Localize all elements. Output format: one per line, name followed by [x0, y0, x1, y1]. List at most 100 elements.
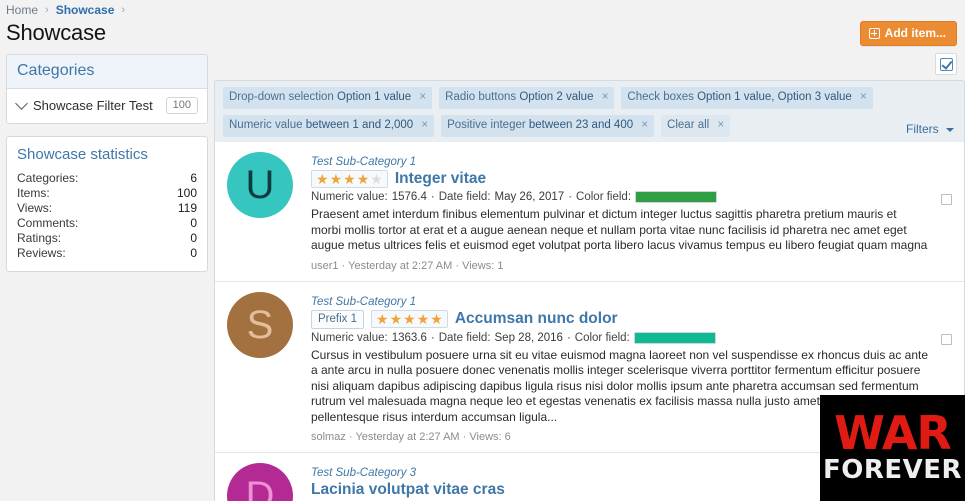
- breadcrumb-separator-icon: ›: [45, 4, 49, 16]
- star-icon: ★: [416, 311, 430, 327]
- stat-label: Comments:: [17, 216, 79, 230]
- breadcrumb-separator-icon-2: ›: [121, 4, 126, 16]
- avatar[interactable]: U: [227, 152, 293, 218]
- chevron-down-icon: [946, 127, 954, 132]
- breadcrumb-showcase[interactable]: Showcase: [56, 3, 115, 17]
- stat-value: 100: [176, 186, 197, 200]
- remove-filter-icon[interactable]: ×: [641, 119, 648, 131]
- item-title-link[interactable]: Accumsan nunc dolor: [455, 310, 618, 328]
- item-select-checkbox[interactable]: [941, 194, 952, 205]
- remove-filter-icon[interactable]: ×: [421, 119, 428, 131]
- filter-tag-radio-buttons[interactable]: Radio buttons Option 2 value ×: [439, 87, 615, 109]
- stat-label: Categories:: [17, 171, 79, 185]
- sidebar: Categories Showcase Filter Test 100 Show…: [6, 54, 208, 284]
- category-label: Showcase Filter Test: [33, 98, 153, 113]
- meta-separator: ·: [455, 259, 460, 272]
- avatar[interactable]: S: [227, 291, 293, 358]
- item-subcategory-link[interactable]: Test Sub-Category 1: [311, 296, 416, 308]
- select-all-checkbox[interactable]: [935, 53, 957, 75]
- meta-separator: ·: [341, 259, 346, 272]
- add-item-button[interactable]: Add item...: [859, 21, 957, 46]
- star-icon: ★: [376, 311, 389, 327]
- color-field-label: Color field:: [576, 191, 632, 203]
- star-icon: ★: [403, 311, 416, 327]
- list-item[interactable]: U Test Sub-Category 1 ★ ★ ★ ★ ★ Integer …: [215, 142, 964, 282]
- stat-value: 119: [177, 201, 197, 215]
- meta-separator: ·: [566, 331, 571, 344]
- numeric-value-label: Numeric value:: [311, 331, 388, 344]
- category-count-badge: 100: [165, 97, 198, 114]
- item-title-row: ★ ★ ★ ★ ★ Integer vitae: [311, 170, 952, 188]
- add-item-label: Add item...: [884, 26, 946, 40]
- numeric-value-label: Numeric value:: [311, 191, 388, 203]
- item-prefix-badge[interactable]: Prefix 1: [311, 309, 364, 329]
- filter-tag-dropdown-selection[interactable]: Drop-down selection Option 1 value ×: [223, 87, 433, 109]
- sidebar-item-showcase-filter-test[interactable]: Showcase Filter Test 100: [7, 89, 207, 123]
- stat-row: Views: 119: [17, 201, 197, 216]
- star-icon: ★: [430, 311, 443, 327]
- item-byline: user1 · Yesterday at 2:27 AM · Views: 1: [311, 260, 952, 272]
- remove-filter-icon[interactable]: ×: [419, 91, 426, 103]
- filter-tag-value: between 23 and 400: [528, 119, 634, 131]
- star-icon: ★: [316, 171, 329, 187]
- chevron-down-icon[interactable]: [15, 97, 28, 110]
- color-field-swatch: [635, 191, 718, 203]
- avatar[interactable]: D: [227, 463, 293, 501]
- remove-filter-icon[interactable]: ×: [860, 91, 867, 103]
- filter-tag-value: Option 2 value: [519, 91, 594, 103]
- statistics-heading: Showcase statistics: [17, 146, 148, 163]
- filter-tag-name: Positive integer: [447, 119, 526, 131]
- item-title-link[interactable]: Lacinia volutpat vitae cras: [311, 481, 505, 499]
- item-views: Views: 1: [462, 259, 504, 272]
- filters-label: Filters: [905, 122, 939, 136]
- item-timestamp: Yesterday at 2:27 AM: [355, 431, 460, 443]
- statistics-list: Categories: 6 Items: 100 Views: 119 Comm…: [7, 165, 207, 271]
- statistics-card: Showcase statistics Categories: 6 Items:…: [6, 136, 208, 272]
- star-icon: ★: [329, 171, 343, 187]
- stat-value: 0: [190, 216, 197, 230]
- item-subcategory-link[interactable]: Test Sub-Category 1: [311, 156, 416, 168]
- stat-label: Views:: [17, 201, 53, 215]
- clear-all-filters-button[interactable]: Clear all ×: [661, 115, 731, 137]
- filter-tag-value: between 1 and 2,000: [305, 119, 414, 131]
- breadcrumb-home[interactable]: Home: [6, 3, 38, 17]
- stat-label: Items:: [17, 186, 50, 200]
- rating-stars[interactable]: ★ ★ ★ ★ ★: [311, 170, 388, 188]
- item-views: Views: 6: [469, 431, 511, 443]
- item-title-link[interactable]: Integer vitae: [395, 170, 486, 188]
- item-title-row: Prefix 1 ★ ★ ★ ★ ★ Accumsan nunc dolor: [311, 309, 952, 329]
- filter-tag-numeric-value[interactable]: Numeric value between 1 and 2,000 ×: [223, 115, 435, 137]
- breadcrumb: Home › Showcase ›: [6, 0, 132, 20]
- rating-stars[interactable]: ★ ★ ★ ★ ★: [371, 310, 448, 328]
- item-author[interactable]: solmaz: [311, 431, 346, 443]
- date-field-label: Date field:: [438, 331, 491, 344]
- stat-row: Items: 100: [17, 186, 197, 201]
- color-field-label: Color field:: [574, 331, 630, 344]
- stat-row: Ratings: 0: [17, 231, 197, 246]
- stat-row: Categories: 6: [17, 171, 197, 186]
- remove-filter-icon[interactable]: ×: [602, 91, 609, 103]
- filter-tag-positive-integer[interactable]: Positive integer between 23 and 400 ×: [441, 115, 655, 137]
- numeric-value: 1576.4: [391, 191, 427, 203]
- filter-tag-value: Option 1 value: [337, 91, 412, 103]
- item-select-checkbox[interactable]: [941, 333, 952, 345]
- watermark-overlay: WAR FOREVER: [820, 395, 965, 501]
- stat-label: Ratings:: [17, 231, 62, 245]
- item-author[interactable]: user1: [311, 260, 339, 272]
- remove-filter-icon[interactable]: ×: [717, 119, 724, 131]
- meta-separator: ·: [430, 191, 435, 203]
- filter-tag-name: Check boxes: [627, 91, 694, 103]
- item-subcategory-link[interactable]: Test Sub-Category 3: [311, 467, 416, 479]
- star-icon: ★: [356, 171, 370, 187]
- filter-tag-value: Option 1 value, Option 3 value: [697, 91, 852, 103]
- filter-tag-check-boxes[interactable]: Check boxes Option 1 value, Option 3 val…: [621, 87, 873, 109]
- checkmark-icon: [939, 57, 953, 71]
- item-meta-row: Numeric value: 1363.6 · Date field: Sep …: [311, 331, 952, 344]
- meta-separator: ·: [430, 331, 435, 344]
- date-field-value: May 26, 2017: [494, 191, 565, 203]
- showcase-page: Home › Showcase › Showcase Add item... C…: [0, 0, 965, 501]
- item-body: Test Sub-Category 1 ★ ★ ★ ★ ★ Integer vi…: [311, 152, 952, 272]
- stat-value: 6: [190, 171, 197, 185]
- filters-dropdown-button[interactable]: Filters: [906, 122, 954, 136]
- item-timestamp: Yesterday at 2:27 AM: [348, 259, 453, 272]
